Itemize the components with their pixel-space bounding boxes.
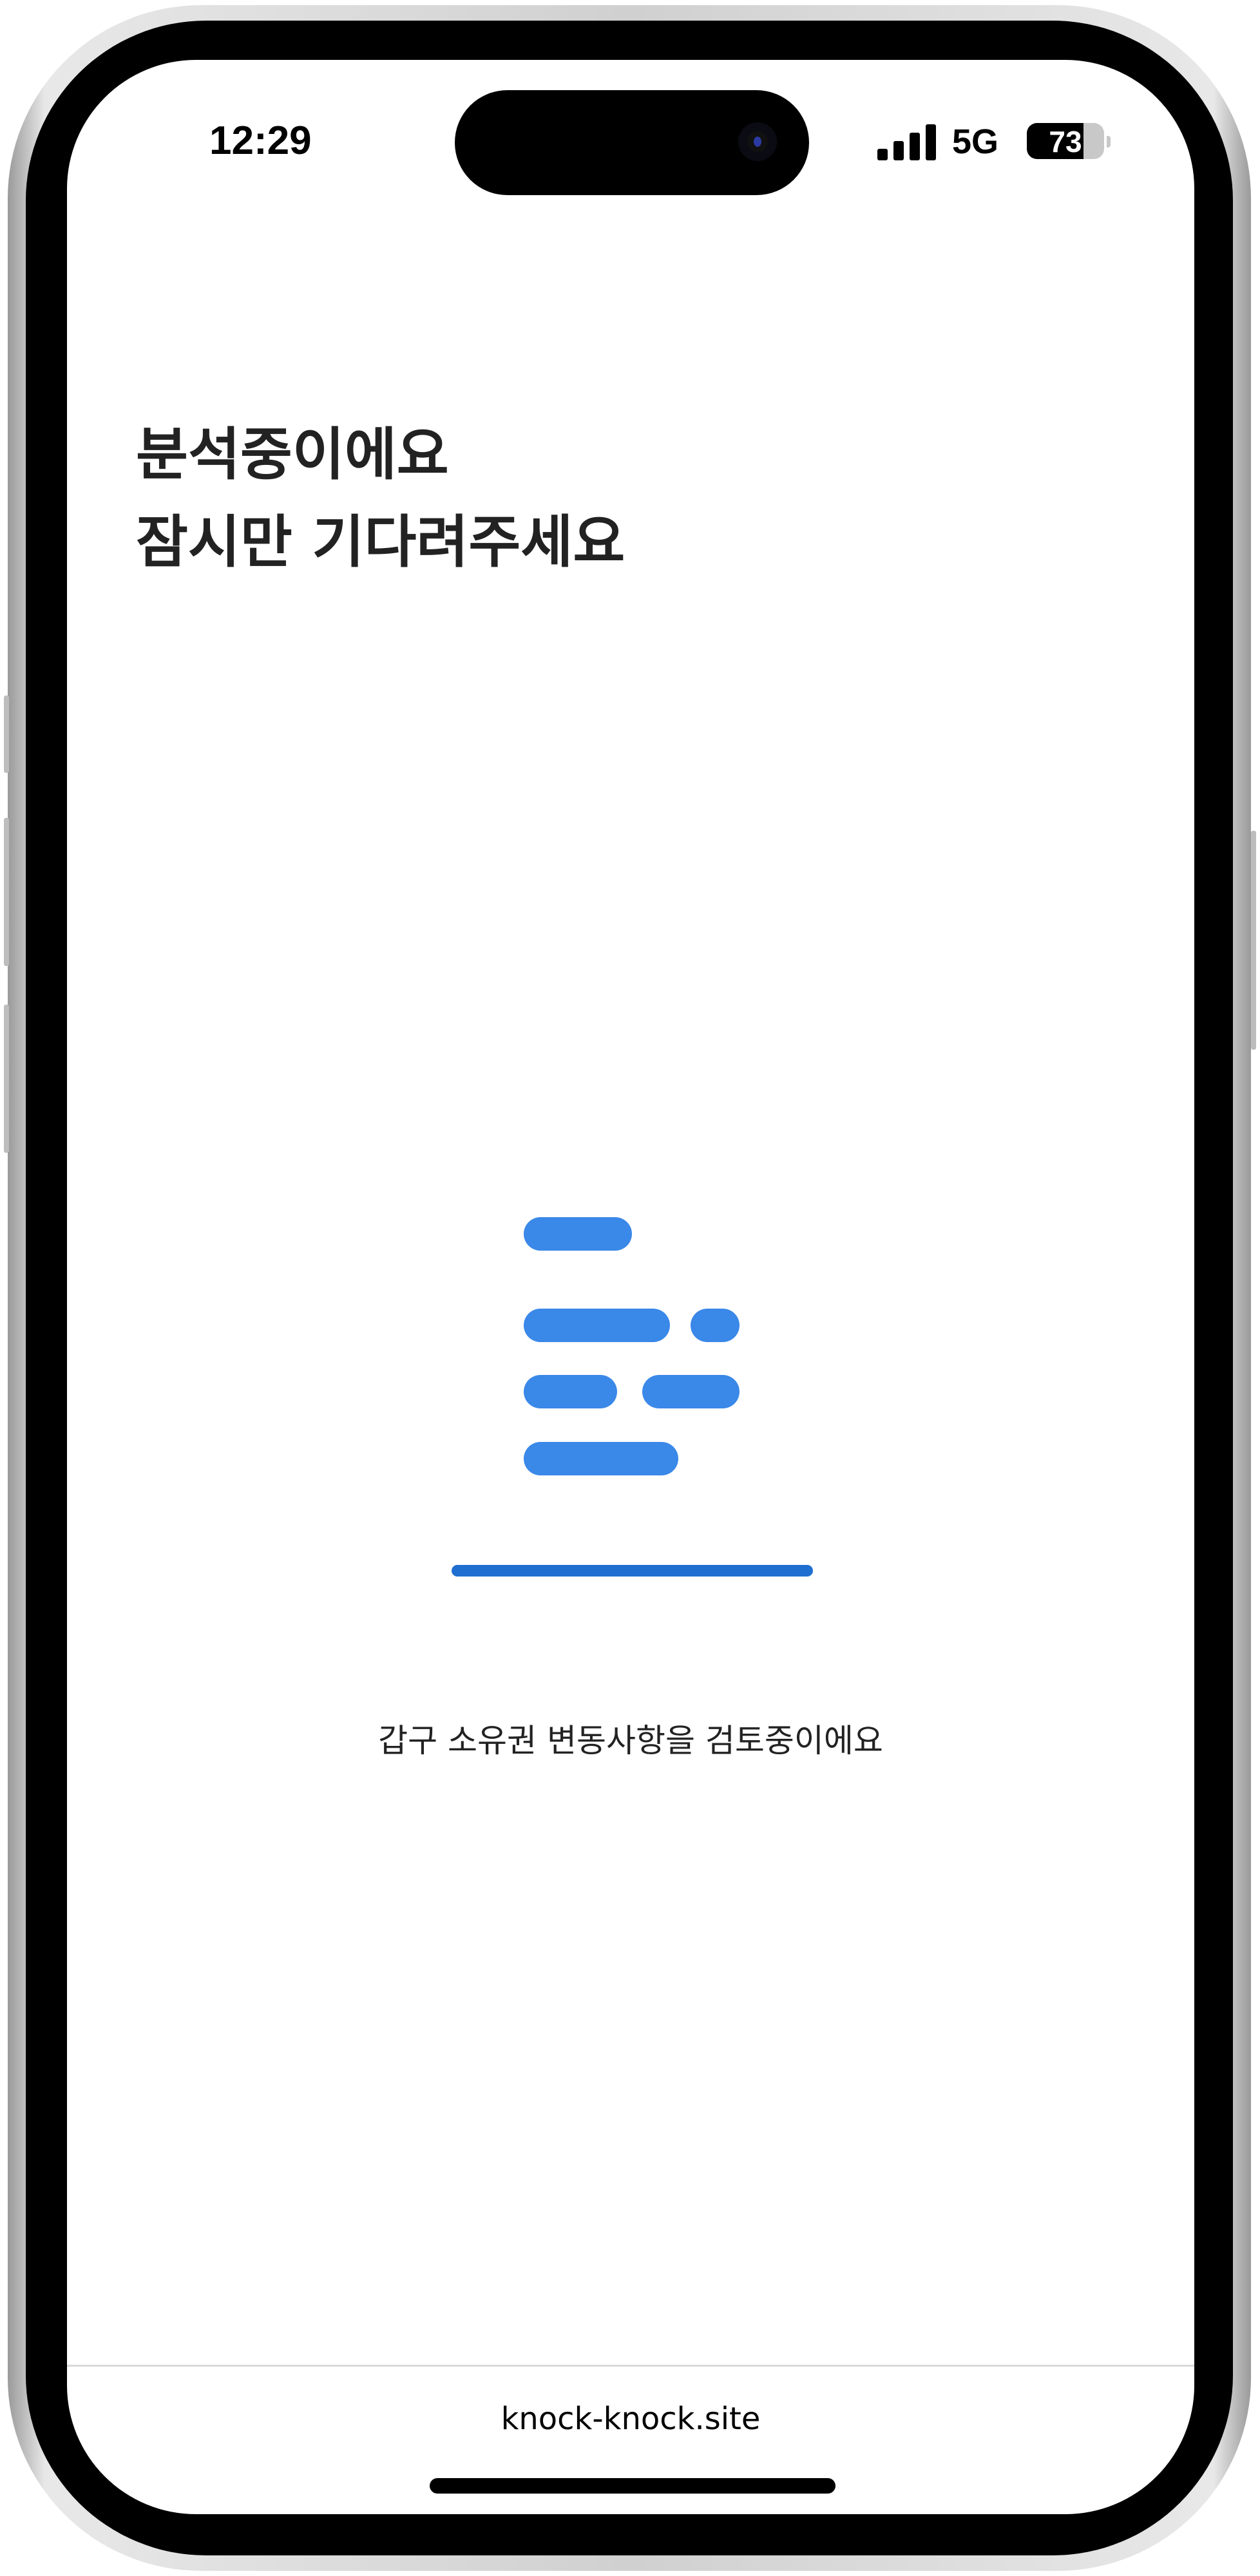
loader-line	[642, 1375, 740, 1408]
status-message: 갑구 소유권 변동사항을 검토중이에요	[378, 1722, 883, 1759]
battery-level: 73	[1049, 125, 1082, 158]
volume-up-button	[4, 818, 9, 966]
camera-icon	[738, 122, 777, 161]
status-time: 12:29	[209, 118, 312, 163]
page-title: 분석중이에요 잠시만 기다려주세요	[136, 411, 625, 586]
battery-icon: 73	[1027, 123, 1104, 159]
network-type: 5G	[952, 122, 999, 161]
home-indicator[interactable]	[430, 2478, 835, 2494]
url-bar[interactable]: knock-knock.site	[67, 2401, 1194, 2437]
browser-divider	[67, 2365, 1194, 2367]
title-line-2: 잠시만 기다려주세요	[136, 509, 625, 575]
loader-line	[524, 1217, 632, 1251]
loader-line	[524, 1442, 678, 1475]
battery-nub	[1107, 136, 1111, 147]
progress-bar	[452, 1565, 813, 1577]
screen: 12:29 5G 73 분석중이에요 잠시만 기다려주세요 갑구 소유권 변동사…	[67, 60, 1194, 2514]
signal-icon	[877, 124, 937, 160]
power-button	[1251, 831, 1256, 1050]
action-button	[4, 696, 9, 773]
volume-down-button	[4, 1005, 9, 1153]
loader-line	[524, 1309, 670, 1342]
dynamic-island	[455, 90, 809, 195]
title-line-1: 분석중이에요	[136, 421, 449, 488]
loader-line	[524, 1375, 617, 1408]
loader-line	[691, 1309, 740, 1342]
